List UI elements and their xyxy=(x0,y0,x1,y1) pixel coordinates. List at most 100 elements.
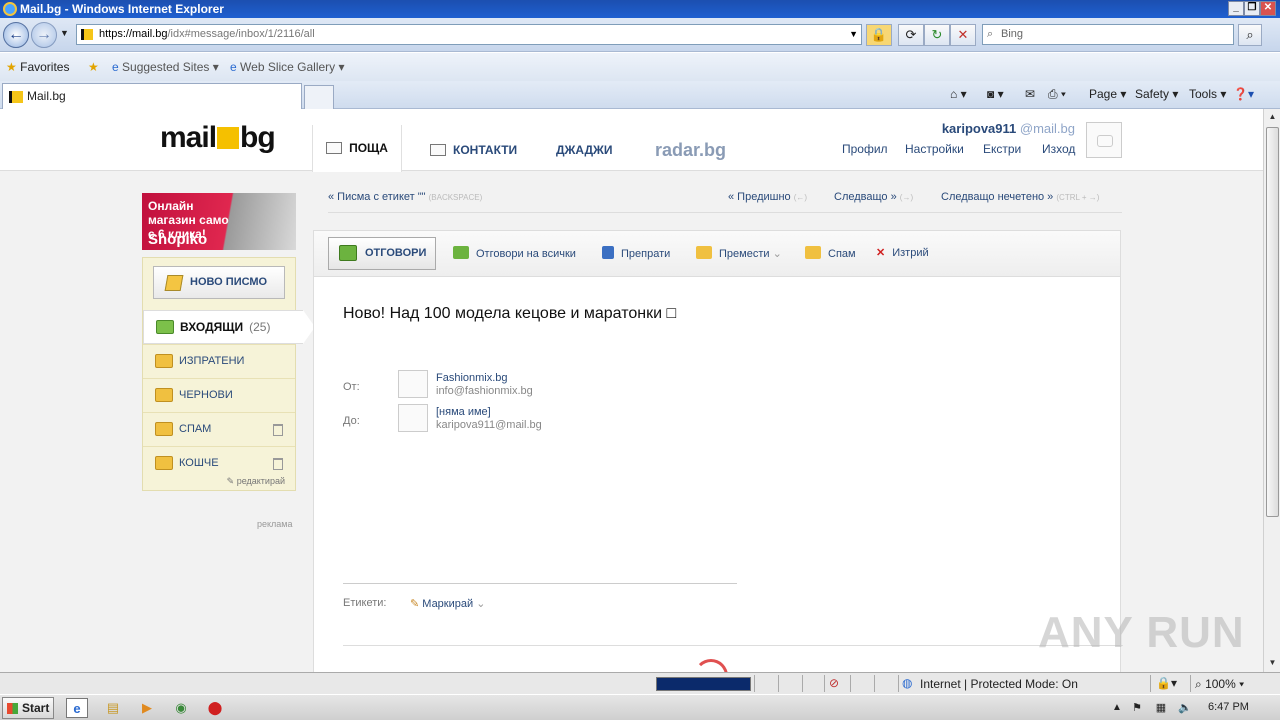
profile-link[interactable]: Профил xyxy=(842,142,888,156)
sender-name[interactable]: Fashionmix.bg xyxy=(436,372,508,384)
forward-button[interactable]: → xyxy=(31,22,57,48)
folder-sent[interactable]: ИЗПРАТЕНИ xyxy=(143,344,295,378)
folder-spam[interactable]: СПАМ xyxy=(143,412,295,446)
extras-link[interactable]: Екстри xyxy=(983,142,1021,156)
message-view: ОТГОВОРИ Отговори на всички Препрати Пре… xyxy=(313,230,1123,672)
media-player-taskbar-icon[interactable]: ▶ xyxy=(136,698,158,718)
volume-tray-icon[interactable]: 🔈 xyxy=(1174,698,1196,718)
stop-icon[interactable]: ✕ xyxy=(950,24,976,46)
url-path: /idx#message/inbox/1/2116/all xyxy=(167,28,315,40)
next-unread-link[interactable]: Следващо нечетено » (CTRL + →) xyxy=(941,191,1099,203)
scroll-thumb[interactable] xyxy=(1266,127,1279,517)
new-tab-button[interactable] xyxy=(304,85,334,109)
refresh-icon[interactable]: ↻ xyxy=(924,24,950,46)
explorer-taskbar-icon[interactable]: ▤ xyxy=(102,698,124,718)
close-button[interactable]: ✕ xyxy=(1260,1,1276,16)
safety-menu[interactable]: Safety ▾ xyxy=(1135,87,1178,101)
taskbar-clock[interactable]: 6:47 PM xyxy=(1208,701,1249,713)
lock-icon[interactable]: 🔒 xyxy=(866,24,892,46)
empty-trash-icon[interactable] xyxy=(273,458,283,470)
ie-taskbar-icon[interactable]: e xyxy=(66,698,88,718)
avatar[interactable] xyxy=(1086,122,1122,158)
move-folder-icon xyxy=(696,246,712,259)
vertical-scrollbar[interactable]: ▲ ▼ xyxy=(1263,109,1280,672)
windows-logo-icon xyxy=(7,703,18,714)
edit-folders-link[interactable]: ✎ редактирай xyxy=(227,476,285,487)
ie-logo-icon xyxy=(3,2,17,16)
mailbg-logo[interactable]: mail bg xyxy=(160,121,276,155)
forward-button[interactable]: Препрати xyxy=(602,246,670,260)
tab-gadgets[interactable]: ДЖАДЖИ xyxy=(556,129,613,171)
tab-radar[interactable]: radar.bg xyxy=(655,129,726,171)
feeds-icon[interactable]: ◙ ▾ xyxy=(987,87,1004,101)
minimize-button[interactable]: _ xyxy=(1228,1,1244,16)
opera-taskbar-icon[interactable]: ⬤ xyxy=(204,698,226,718)
maximize-button[interactable]: ❐ xyxy=(1244,1,1260,16)
address-input[interactable]: https://mail.bg/idx#message/inbox/1/2116… xyxy=(76,24,862,45)
back-button[interactable]: ← xyxy=(3,22,29,48)
suggested-sites-link[interactable]: e Suggested Sites ▾ xyxy=(112,60,219,74)
tag-pencil-icon: ✎ xyxy=(410,598,420,610)
empty-spam-trash-icon[interactable] xyxy=(273,424,283,436)
help-icon[interactable]: ❓▾ xyxy=(1233,87,1254,101)
recipient-name[interactable]: [няма име] xyxy=(436,406,491,418)
tools-menu[interactable]: Tools ▾ xyxy=(1189,87,1226,101)
zoom-control[interactable]: ⌕ 100% ▾ xyxy=(1195,677,1244,692)
next-message-link[interactable]: Следващо » (→) xyxy=(834,191,913,203)
prev-message-link[interactable]: « Предишно (←) xyxy=(728,191,807,203)
protected-mode-icon[interactable]: 🔒▾ xyxy=(1156,676,1177,690)
mark-tag-button[interactable]: ✎ Маркирай ⌄ xyxy=(410,597,485,610)
favorites-button[interactable]: ★ Favorites xyxy=(6,60,69,74)
reply-button[interactable]: ОТГОВОРИ xyxy=(328,237,436,270)
print-icon[interactable]: ⎙ ▾ xyxy=(1048,87,1066,102)
tray-expand-icon[interactable]: ▲ xyxy=(1106,698,1128,718)
ie-page-icon: e xyxy=(230,60,237,74)
shopiko-ad-banner[interactable]: Онлайн магазин само с 6 клика! Shopiko xyxy=(142,193,296,250)
url-dropdown-icon[interactable]: ▼ xyxy=(849,25,858,44)
folder-trash[interactable]: КОШЧЕ xyxy=(143,446,295,480)
flag-tray-icon[interactable]: ⚑ xyxy=(1126,698,1148,718)
site-favicon xyxy=(9,91,23,103)
folder-drafts[interactable]: ЧЕРНОВИ xyxy=(143,378,295,412)
read-mail-icon[interactable]: ✉ xyxy=(1025,87,1035,101)
settings-link[interactable]: Настройки xyxy=(905,142,964,156)
folder-inbox[interactable]: ВХОДЯЩИ (25) xyxy=(143,310,315,344)
compose-button[interactable]: НОВО ПИСМО xyxy=(153,266,285,299)
scroll-down-icon[interactable]: ▼ xyxy=(1265,655,1280,671)
start-button[interactable]: Start xyxy=(2,697,54,719)
security-zone: Internet | Protected Mode: On xyxy=(920,677,1078,691)
scroll-up-icon[interactable]: ▲ xyxy=(1265,109,1280,125)
sender-email: info@fashionmix.bg xyxy=(436,385,533,397)
move-button[interactable]: Премести ⌄ xyxy=(696,246,782,260)
reply-all-button[interactable]: Отговори на всички xyxy=(453,246,576,260)
web-slice-gallery-link[interactable]: e Web Slice Gallery ▾ xyxy=(230,60,345,74)
loading-spinner-icon xyxy=(694,659,728,672)
logo-square-icon xyxy=(217,127,240,149)
tab-mail-bg[interactable]: Mail.bg xyxy=(2,83,302,109)
spam-button[interactable]: Спам xyxy=(805,246,856,260)
url-host: https://mail.bg xyxy=(99,28,168,40)
page-menu[interactable]: Page ▾ xyxy=(1089,87,1126,101)
chevron-down-icon: ⌄ xyxy=(476,598,486,610)
home-icon[interactable]: ⌂ ▾ xyxy=(950,87,967,101)
message-toolbar: ОТГОВОРИ Отговори на всички Препрати Пре… xyxy=(314,231,1120,277)
search-input[interactable]: ⌕ Bing xyxy=(982,24,1234,45)
tab-contacts[interactable]: КОНТАКТИ xyxy=(430,129,517,171)
popup-blocked-icon[interactable]: ⊘ xyxy=(829,676,839,690)
tab-title: Mail.bg xyxy=(27,89,66,103)
chrome-taskbar-icon[interactable]: ◉ xyxy=(170,698,192,718)
back-to-list-link[interactable]: « Писма с етикет "" (BACKSPACE) xyxy=(328,191,482,203)
window-titlebar: Mail.bg - Windows Internet Explorer _ ❐ … xyxy=(0,0,1280,18)
compat-view-icon[interactable]: ⟳ xyxy=(898,24,924,46)
logout-link[interactable]: Изход xyxy=(1042,142,1075,156)
search-button[interactable]: ⌕ xyxy=(1238,24,1262,46)
envelope-icon xyxy=(326,142,343,154)
add-favorites-icon[interactable]: ★ xyxy=(88,60,99,74)
delete-button[interactable]: ✕ Изтрий xyxy=(876,246,929,259)
tab-mail[interactable]: ПОЩА xyxy=(312,125,402,172)
network-tray-icon[interactable]: ▦ xyxy=(1150,698,1172,718)
reply-icon xyxy=(339,245,357,261)
drafts-folder-icon xyxy=(155,388,173,402)
history-dropdown-icon[interactable]: ▼ xyxy=(60,28,69,38)
spam-icon xyxy=(805,246,821,259)
